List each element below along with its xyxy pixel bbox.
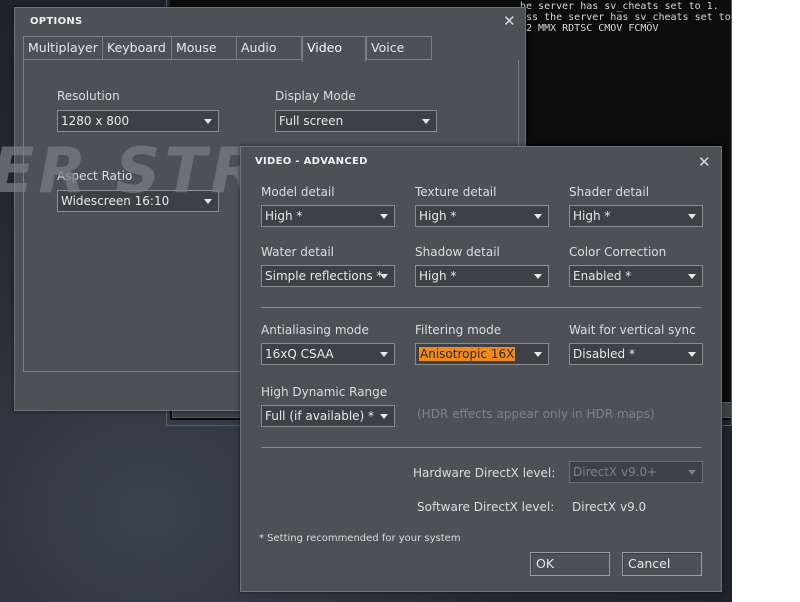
model-detail-label: Model detail	[261, 185, 335, 199]
water-detail-label: Water detail	[261, 245, 335, 259]
cancel-button[interactable]: Cancel	[622, 552, 702, 576]
shader-detail-value: High *	[573, 209, 611, 223]
hdr-note: (HDR effects appear only in HDR maps)	[417, 407, 655, 421]
texture-detail-value: High *	[419, 209, 457, 223]
model-detail-select[interactable]: High *	[261, 205, 395, 227]
texture-detail-select[interactable]: High *	[415, 205, 549, 227]
resolution-value: 1280 x 800	[61, 114, 130, 128]
hdr-label: High Dynamic Range	[261, 385, 388, 399]
software-dx-value: DirectX v9.0	[572, 500, 647, 514]
ok-button[interactable]: OK	[530, 552, 610, 576]
tab-multiplayer[interactable]: Multiplayer	[23, 36, 103, 60]
video-advanced-dialog: VIDEO - ADVANCED ✕ Model detail High * T…	[240, 146, 722, 592]
filtering-mode-value: Anisotropic 16X	[419, 347, 516, 361]
filtering-mode-select[interactable]: Anisotropic 16X	[415, 343, 549, 365]
chevron-down-icon	[688, 470, 696, 475]
color-correction-value: Enabled *	[573, 269, 632, 283]
resolution-label: Resolution	[57, 89, 120, 103]
shader-detail-label: Shader detail	[569, 185, 650, 199]
tab-mouse[interactable]: Mouse	[171, 36, 237, 60]
tab-video[interactable]: Video	[302, 36, 366, 62]
filtering-mode-label: Filtering mode	[415, 323, 502, 337]
resolution-select[interactable]: 1280 x 800	[57, 110, 219, 132]
advanced-close-icon[interactable]: ✕	[698, 155, 711, 170]
antialiasing-select[interactable]: 16xQ CSAA	[261, 343, 395, 365]
software-dx-label: Software DirectX level:	[417, 500, 555, 514]
color-correction-label: Color Correction	[569, 245, 667, 259]
chevron-down-icon	[380, 352, 388, 357]
shadow-detail-select[interactable]: High *	[415, 265, 549, 287]
shader-detail-select[interactable]: High *	[569, 205, 703, 227]
vsync-value: Disabled *	[573, 347, 635, 361]
tab-keyboard[interactable]: Keyboard	[102, 36, 172, 60]
display-mode-label: Display Mode	[275, 89, 356, 103]
options-close-icon[interactable]: ✕	[503, 14, 516, 29]
chevron-down-icon	[534, 352, 542, 357]
hardware-dx-value: DirectX v9.0+	[573, 465, 658, 479]
antialiasing-label: Antialiasing mode	[261, 323, 369, 337]
hdr-select[interactable]: Full (if available) *	[261, 405, 395, 427]
recommend-note: * Setting recommended for your system	[259, 533, 461, 544]
hardware-dx-label: Hardware DirectX level:	[413, 466, 556, 480]
game-background: ... he server has sv_cheats set to 1. es…	[0, 0, 732, 602]
water-detail-select[interactable]: Simple reflections *	[261, 265, 395, 287]
vsync-label: Wait for vertical sync	[569, 323, 696, 337]
chevron-down-icon	[204, 119, 212, 124]
chevron-down-icon	[422, 119, 430, 124]
options-title: OPTIONS	[30, 16, 83, 27]
display-mode-select[interactable]: Full screen	[275, 110, 437, 132]
shadow-detail-label: Shadow detail	[415, 245, 500, 259]
vsync-select[interactable]: Disabled *	[569, 343, 703, 365]
display-mode-value: Full screen	[279, 114, 344, 128]
chevron-down-icon	[534, 274, 542, 279]
model-detail-value: High *	[265, 209, 303, 223]
tab-audio[interactable]: Audio	[236, 36, 302, 60]
chevron-down-icon	[380, 274, 388, 279]
divider	[261, 447, 701, 448]
advanced-title: VIDEO - ADVANCED	[255, 156, 368, 167]
chevron-down-icon	[688, 352, 696, 357]
divider	[261, 307, 701, 308]
water-detail-value: Simple reflections *	[265, 269, 383, 283]
chevron-down-icon	[380, 214, 388, 219]
color-correction-select[interactable]: Enabled *	[569, 265, 703, 287]
antialiasing-value: 16xQ CSAA	[265, 347, 334, 361]
tab-voice[interactable]: Voice	[366, 36, 432, 60]
hardware-dx-select: DirectX v9.0+	[569, 461, 703, 483]
hdr-value: Full (if available) *	[265, 409, 375, 423]
shadow-detail-value: High *	[419, 269, 457, 283]
chevron-down-icon	[688, 214, 696, 219]
chevron-down-icon	[380, 414, 388, 419]
chevron-down-icon	[534, 214, 542, 219]
chevron-down-icon	[688, 274, 696, 279]
texture-detail-label: Texture detail	[415, 185, 497, 199]
